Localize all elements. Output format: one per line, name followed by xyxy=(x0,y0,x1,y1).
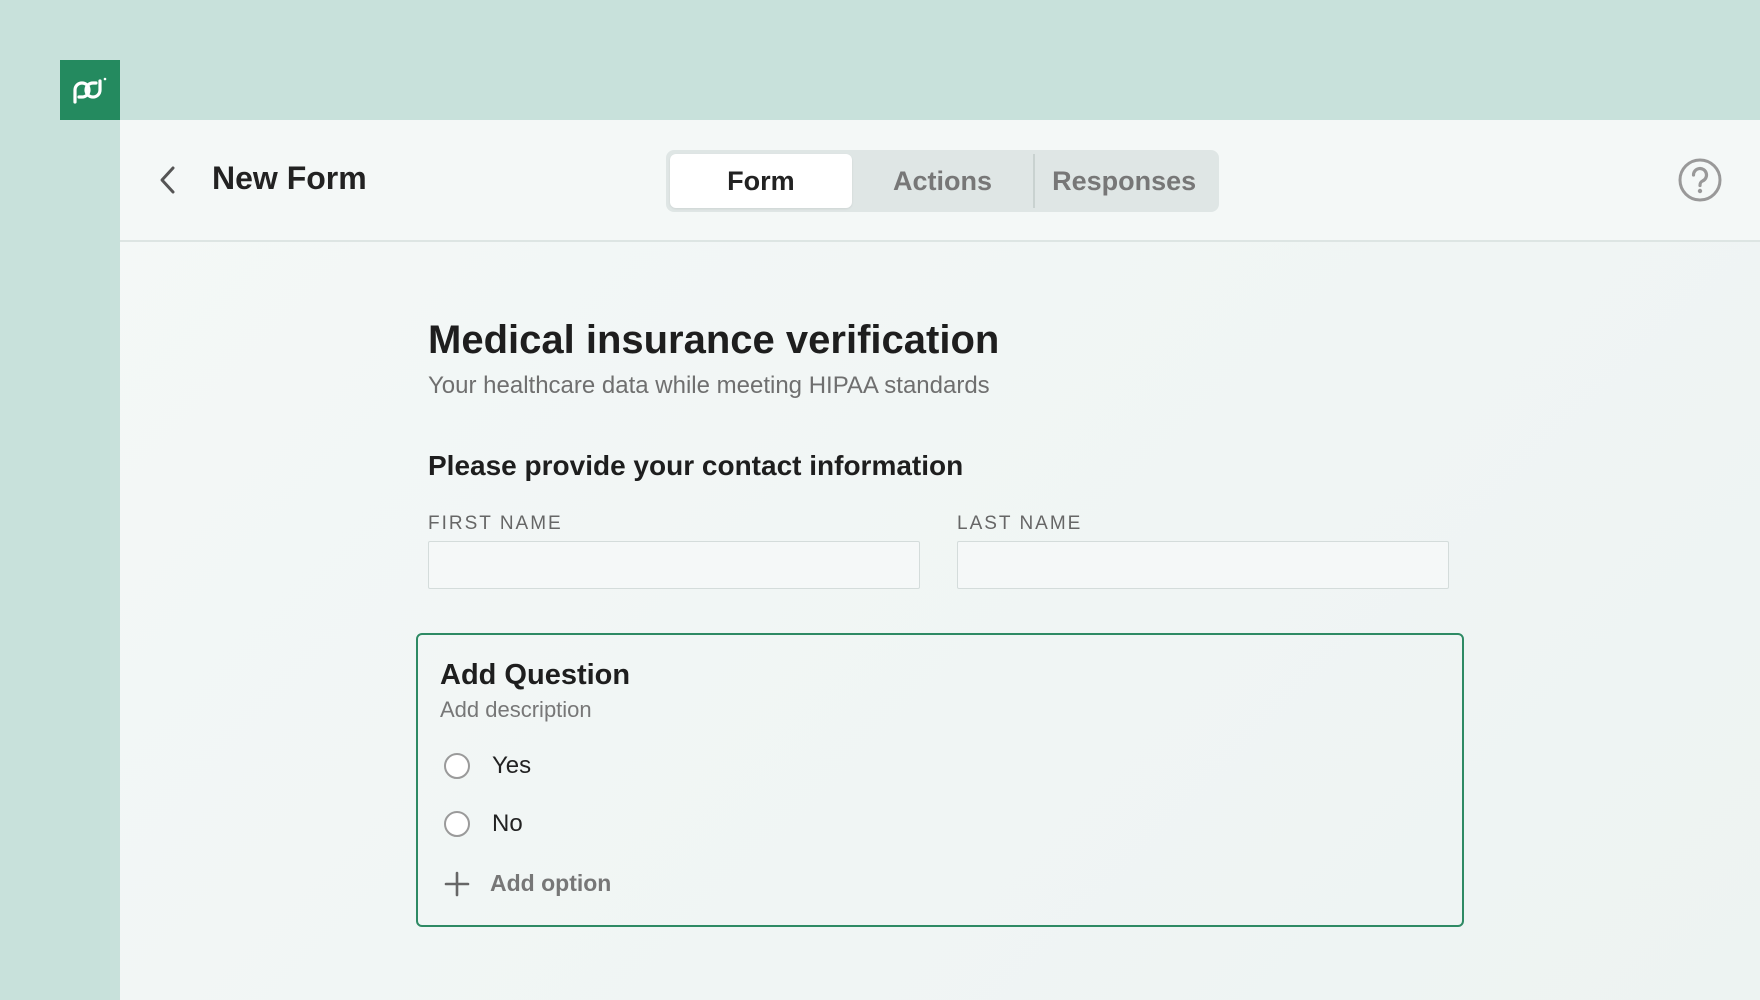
top-bar: New Form Form Actions Responses xyxy=(120,120,1760,242)
first-name-label: FIRST NAME xyxy=(428,513,563,534)
tab-form[interactable]: Form xyxy=(670,154,852,208)
question-card[interactable]: Add Question Add description Yes No Add … xyxy=(416,633,1464,927)
editor-panel: New Form Form Actions Responses Medical … xyxy=(120,120,1760,1000)
plus-icon xyxy=(444,871,470,896)
pandadoc-logo[interactable] xyxy=(60,60,120,120)
tab-actions[interactable]: Actions xyxy=(852,154,1034,208)
last-name-label: LAST NAME xyxy=(957,513,1083,534)
option-label: Yes xyxy=(492,752,532,779)
help-button[interactable] xyxy=(1676,156,1724,204)
radio-no[interactable] xyxy=(444,811,470,837)
page-title: New Form xyxy=(212,160,367,196)
logo-mark-icon xyxy=(73,77,107,104)
tab-responses[interactable]: Responses xyxy=(1033,154,1215,208)
radio-yes[interactable] xyxy=(444,753,470,779)
back-button[interactable] xyxy=(150,162,186,198)
view-tabs: Form Actions Responses xyxy=(666,150,1219,212)
form-subtitle[interactable]: Your healthcare data while meeting HIPAA… xyxy=(428,372,990,400)
first-name-field[interactable] xyxy=(428,541,920,589)
question-circle-icon xyxy=(1678,158,1722,202)
form-title[interactable]: Medical insurance verification xyxy=(428,318,999,363)
option-no[interactable]: No xyxy=(444,810,523,838)
option-label: No xyxy=(492,810,523,837)
question-description[interactable]: Add description xyxy=(440,697,592,723)
chevron-left-icon xyxy=(160,166,175,194)
add-option-label: Add option xyxy=(490,870,612,896)
option-yes[interactable]: Yes xyxy=(444,752,531,780)
section-heading[interactable]: Please provide your contact information xyxy=(428,450,963,482)
add-option-button[interactable]: Add option xyxy=(444,870,611,897)
last-name-field[interactable] xyxy=(957,541,1449,589)
question-title[interactable]: Add Question xyxy=(440,659,630,692)
